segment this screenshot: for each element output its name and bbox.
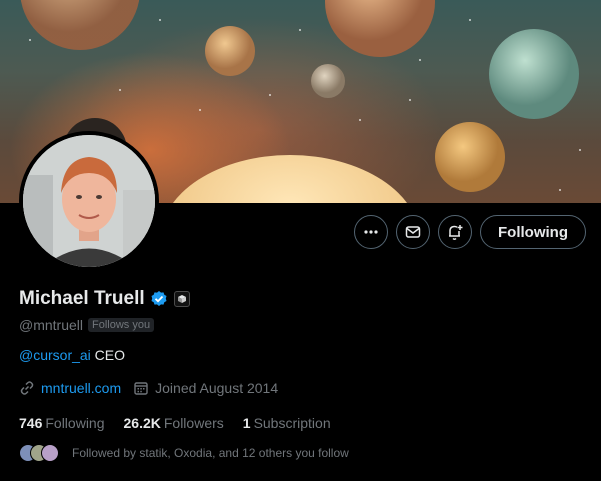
website-link[interactable]: mntruell.com [41, 380, 121, 396]
bell-plus-icon [449, 225, 463, 240]
follows-you-badge: Follows you [88, 318, 155, 332]
cursor-logo-icon [177, 295, 186, 303]
mail-icon [405, 226, 421, 238]
followers-stat[interactable]: 26.2K Followers [124, 415, 224, 431]
following-count: 746 [19, 415, 43, 431]
followers-count: 26.2K [123, 415, 161, 431]
avatar-photo [23, 135, 155, 267]
message-button[interactable] [396, 215, 431, 249]
following-label: Following [45, 415, 105, 431]
calendar-icon [134, 382, 148, 395]
affiliate-badge[interactable] [173, 291, 190, 307]
verified-badge-icon[interactable] [150, 290, 168, 308]
website-item: mntruell.com [19, 380, 121, 396]
followers-label: Followers [163, 415, 224, 431]
handle-row: @mntruell Follows you [19, 317, 155, 333]
bio-text: CEO [90, 347, 126, 363]
joined-item: Joined August 2014 [133, 380, 278, 396]
display-name: Michael Truell [19, 288, 145, 309]
name-row: Michael Truell [19, 288, 190, 310]
user-handle: @mntruell [19, 317, 84, 333]
subscription-label: Subscription [253, 415, 331, 431]
following-button[interactable]: Following [480, 215, 586, 249]
more-icon [364, 230, 378, 234]
notify-button[interactable] [438, 215, 473, 249]
profile-bio: @cursor_ai CEO [19, 347, 125, 363]
more-button[interactable] [354, 215, 389, 249]
mutual-avatar [41, 444, 59, 462]
link-icon [20, 381, 34, 395]
followed-by-row[interactable]: Followed by statik, Oxodia, and 12 other… [19, 444, 349, 462]
subscription-stat[interactable]: 1 Subscription [243, 415, 331, 431]
subscription-count: 1 [242, 415, 251, 431]
joined-date: Joined August 2014 [155, 380, 279, 396]
profile-actions: Following [354, 215, 586, 249]
following-stat[interactable]: 746 Following [19, 415, 105, 431]
profile-avatar[interactable] [19, 131, 159, 271]
followed-by-text: Followed by statik, Oxodia, and 12 other… [72, 446, 349, 460]
profile-stats: 746 Following 26.2K Followers 1 Subscriptio… [19, 415, 350, 431]
bio-mention-link[interactable]: @cursor_ai [19, 347, 91, 363]
profile-meta: mntruell.com Joined August 2014 [19, 380, 290, 396]
